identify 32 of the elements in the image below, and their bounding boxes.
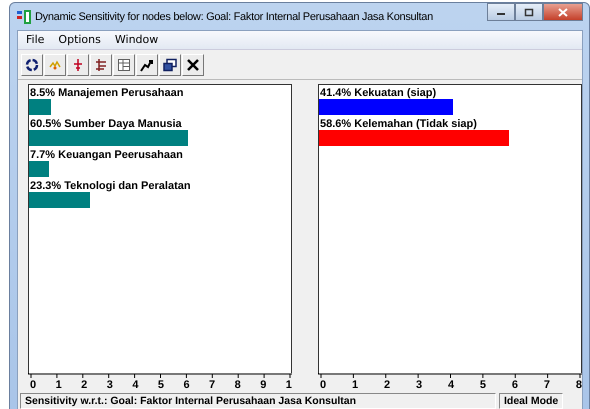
axis-label: 1 (286, 379, 292, 392)
axis-label: 7 (209, 379, 216, 392)
axis-label: 1 (56, 379, 62, 392)
bar-label: 41.4% Kekuatan (siap) (319, 87, 438, 99)
axis-label: 7 (544, 379, 550, 392)
axis-label: 2 (384, 379, 390, 392)
bar-label: 7.7% Keuangan Peerusahaan (29, 149, 184, 161)
window-title: Dynamic Sensitivity for nodes below: Goal: Faktor Internal Perusahaan Jasa Konsultan (35, 10, 433, 22)
status-text: Sensitivity w.r.t.: Goal: Faktor Internal Perusahaan Jasa Konsultan (20, 393, 496, 409)
axis-label: 6 (183, 379, 190, 392)
bar-label: 8.5% Manajemen Perusahaan (29, 87, 184, 99)
axis-label: 5 (158, 379, 164, 392)
axis-label: 9 (260, 379, 266, 392)
mode-indicator: Ideal Mode (499, 393, 564, 409)
axis-label: 3 (106, 379, 113, 392)
menu-item[interactable]: Options (58, 33, 101, 47)
menu-item[interactable]: File (26, 33, 44, 47)
axis-label: 1 (352, 379, 358, 392)
axis-label: 0 (320, 379, 326, 392)
axis-label: 8 (576, 379, 582, 392)
axis-label: 3 (416, 379, 422, 392)
menu-item[interactable]: Window (114, 33, 158, 47)
axis-label: 4 (448, 379, 454, 392)
axis-label: 0 (30, 379, 36, 392)
bar-label: 60.5% Sumber Daya Manusia (29, 118, 183, 130)
axis-label: 5 (480, 379, 486, 392)
axis-label: 8 (234, 379, 241, 392)
bar-label: 58.6% Kelemahan (Tidak siap) (319, 118, 478, 130)
axis-label: 4 (132, 379, 138, 392)
axis-label: 6 (512, 379, 518, 392)
axis-label: 2 (81, 379, 88, 392)
bar-label: 23.3% Teknologi dan Peralatan (29, 180, 192, 192)
